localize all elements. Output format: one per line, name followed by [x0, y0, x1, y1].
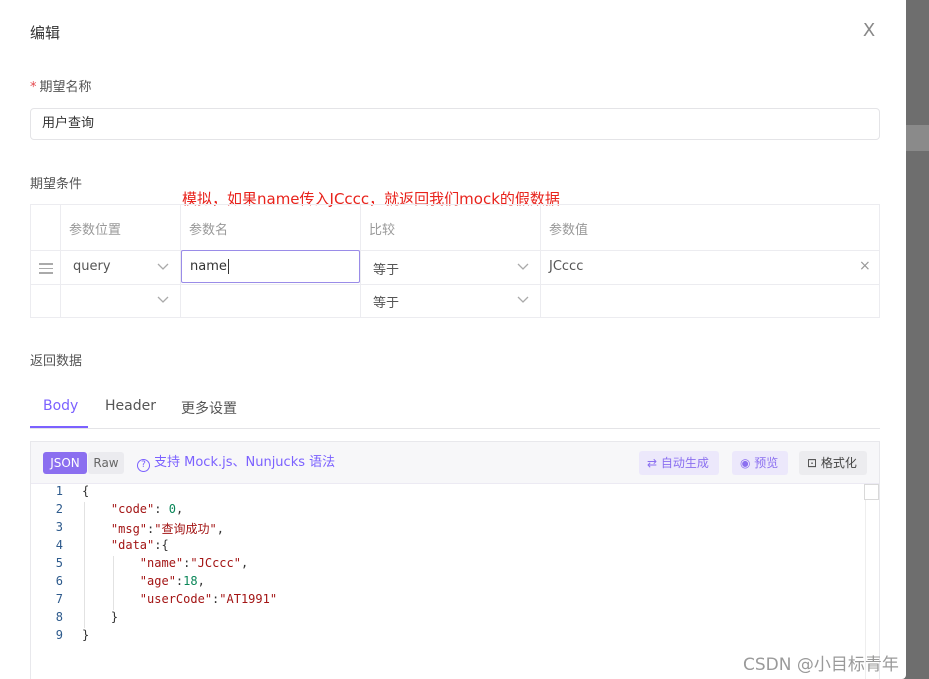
code-line: } [82, 610, 119, 624]
line-number: 3 [55, 520, 63, 534]
code-line: } [82, 628, 90, 642]
tab-more-settings[interactable]: 更多设置 [181, 398, 237, 418]
drag-handle-icon[interactable] [39, 263, 53, 277]
question-circle-icon: ? [137, 459, 150, 472]
param-name-input-active[interactable]: name [181, 250, 360, 283]
line-number: 7 [55, 592, 63, 606]
mock-syntax-help-link[interactable]: ? 支持 Mock.js、Nunjucks 语法 [137, 453, 335, 473]
drag-handle-cell[interactable] [31, 251, 61, 284]
drag-handle-cell [31, 285, 61, 317]
param-name-text: name [190, 259, 227, 274]
eye-icon: ◉ [740, 456, 755, 470]
code-line: { [82, 484, 90, 498]
clear-icon[interactable]: × [859, 258, 871, 274]
code-line: "age":18, [139, 574, 205, 588]
param-value-text: JCccc [549, 259, 584, 274]
line-number-gutter: 1 2 3 4 5 6 7 8 9 [31, 484, 77, 679]
code-line: "data":{ [110, 538, 169, 552]
backdrop-strip [906, 125, 929, 151]
header-param-value: 参数值 [549, 223, 589, 238]
chevron-down-icon [517, 296, 529, 306]
edit-modal: 编辑 X * 期望名称 用户查询 期望条件 模拟，如果name传入JCccc，就返… [0, 0, 906, 679]
json-mode-button[interactable]: JSON [43, 452, 87, 474]
position-select-value: query [73, 259, 111, 274]
position-select[interactable] [61, 285, 181, 317]
text-caret [227, 259, 229, 274]
code-line: "msg":"查询成功", [110, 522, 224, 536]
backdrop-overlay [906, 0, 929, 679]
param-name-input[interactable] [181, 285, 361, 317]
position-select[interactable]: query [61, 251, 181, 284]
expectation-name-label-text: 期望名称 [39, 80, 92, 95]
watermark: CSDN @小目标青年 [743, 655, 899, 675]
active-tab-underline [30, 426, 88, 428]
close-icon[interactable]: X [858, 20, 880, 42]
compare-select-value: 等于 [373, 263, 400, 278]
raw-mode-button[interactable]: Raw [88, 452, 124, 474]
line-number: 5 [55, 556, 63, 570]
required-mark: * [30, 80, 37, 95]
code-line: "userCode":"AT1991" [139, 592, 278, 606]
conditions-table: 参数位置 参数名 比较 参数值 query 等于 JCccc × 等于 [30, 204, 880, 318]
header-position: 参数位置 [61, 205, 181, 250]
conditions-label: 期望条件 [30, 177, 83, 192]
format-icon: ⊡ [807, 456, 821, 470]
header-param-name: 参数名 [181, 205, 361, 250]
line-number: 1 [55, 484, 63, 498]
compare-select[interactable]: 等于 [361, 285, 541, 317]
tab-header[interactable]: Header [105, 398, 156, 414]
chevron-down-icon [157, 296, 169, 306]
tab-body[interactable]: Body [43, 398, 78, 414]
format-label: 格式化 [820, 456, 857, 470]
expectation-name-input[interactable]: 用户查询 [30, 108, 880, 140]
response-label: 返回数据 [30, 354, 83, 369]
line-number: 4 [55, 538, 63, 552]
line-number: 9 [55, 628, 63, 642]
body-editor: JSON Raw ? 支持 Mock.js、Nunjucks 语法 ⇄ 自动生成 … [30, 441, 880, 679]
response-tabs: Body Header 更多设置 [30, 392, 880, 429]
format-button[interactable]: ⊡ 格式化 [799, 451, 867, 475]
compare-select-value: 等于 [373, 296, 400, 311]
drag-column-header [31, 205, 61, 250]
code-line: "name":"JCccc", [139, 556, 249, 570]
chevron-down-icon [517, 263, 529, 273]
code-line: "code": 0, [110, 502, 184, 516]
preview-label: 预览 [754, 456, 779, 470]
line-number: 2 [55, 502, 63, 516]
param-value-input[interactable] [541, 285, 879, 317]
auto-generate-button[interactable]: ⇄ 自动生成 [639, 451, 719, 475]
expectation-name-label: * 期望名称 [30, 76, 92, 95]
editor-toolbar: JSON Raw ? 支持 Mock.js、Nunjucks 语法 ⇄ 自动生成 … [31, 442, 879, 484]
sync-icon: ⇄ [647, 456, 661, 470]
auto-generate-label: 自动生成 [660, 456, 709, 470]
mock-syntax-help-text: 支持 Mock.js、Nunjucks 语法 [154, 455, 336, 470]
chevron-down-icon [157, 263, 169, 273]
line-number: 6 [55, 574, 63, 588]
modal-title: 编辑 [30, 24, 61, 42]
line-number: 8 [55, 610, 63, 624]
param-value-input[interactable]: JCccc × [541, 251, 879, 284]
preview-button[interactable]: ◉ 预览 [732, 451, 788, 475]
compare-select[interactable]: 等于 [361, 251, 541, 284]
minimap-slider[interactable] [864, 484, 879, 500]
header-compare: 比较 [361, 205, 541, 250]
